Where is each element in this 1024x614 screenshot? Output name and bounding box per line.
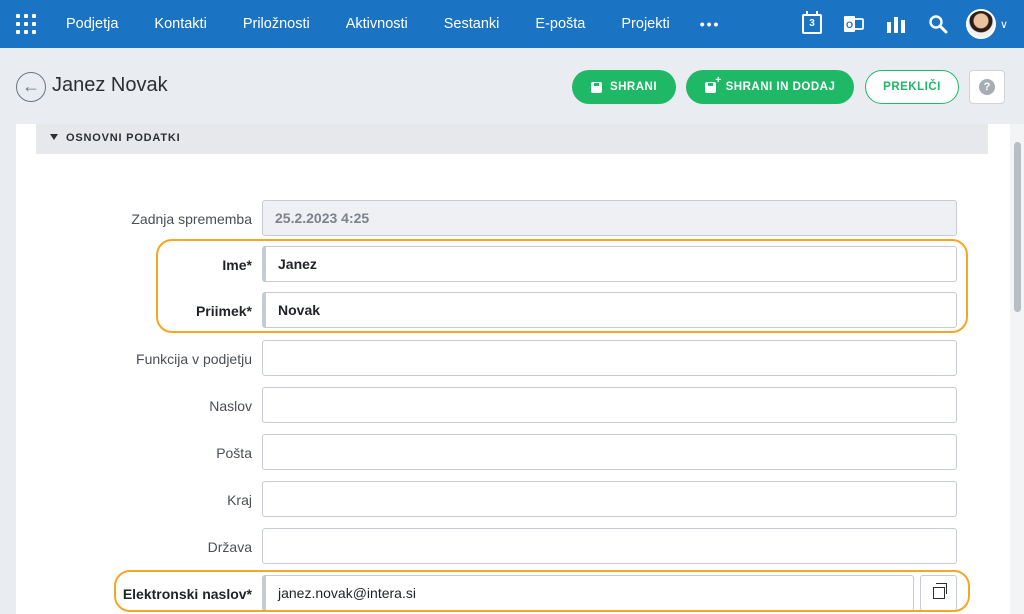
cancel-button[interactable]: PREKLIČI	[865, 70, 959, 104]
highlight-email-field	[114, 570, 970, 612]
save-button[interactable]: SHRANI	[572, 70, 676, 104]
nav-item-projekti[interactable]: Projekti	[603, 0, 687, 48]
main-nav: Podjetja Kontakti Priložnosti Aktivnosti…	[48, 0, 732, 48]
save-and-add-button[interactable]: + SHRANI IN DODAJ	[686, 70, 854, 104]
reports-button[interactable]	[878, 0, 914, 48]
user-menu[interactable]: ∨	[962, 0, 1012, 48]
search-button[interactable]	[920, 0, 956, 48]
record-header: ← Janez Novak SHRANI + SHRANI IN DODAJ P…	[0, 48, 1024, 124]
nav-item-eposta[interactable]: E-pošta	[517, 0, 603, 48]
outlook-icon: O	[844, 16, 864, 32]
chevron-down-icon: ∨	[999, 18, 1009, 31]
reports-icon	[887, 17, 905, 33]
city-input[interactable]	[262, 481, 957, 517]
highlight-name-fields	[156, 239, 968, 333]
apps-grid-icon[interactable]	[16, 14, 36, 34]
calendar-icon: 3	[802, 11, 822, 34]
post-label: Pošta	[216, 445, 252, 461]
section-header[interactable]: OSNOVNI PODATKI	[36, 124, 988, 154]
search-icon	[929, 15, 948, 34]
save-and-add-label: SHRANI IN DODAJ	[725, 81, 836, 93]
last-change-field: 25.2.2023 4:25	[262, 200, 957, 236]
nav-item-sestanki[interactable]: Sestanki	[426, 0, 518, 48]
save-button-label: SHRANI	[609, 81, 658, 93]
row-post: Pošta	[16, 434, 1010, 472]
help-icon: ?	[979, 79, 995, 95]
nav-item-kontakti[interactable]: Kontakti	[136, 0, 224, 48]
form-card: OSNOVNI PODATKI Zadnja sprememba 25.2.20…	[16, 124, 1010, 614]
section-title: OSNOVNI PODATKI	[66, 132, 181, 144]
top-navigation-bar: Podjetja Kontakti Priložnosti Aktivnosti…	[0, 0, 1024, 48]
scrollbar[interactable]	[1010, 124, 1024, 614]
address-input[interactable]	[262, 387, 957, 423]
floppy-disk-plus-icon: +	[704, 75, 721, 93]
row-city: Kraj	[16, 481, 1010, 519]
row-address: Naslov	[16, 387, 1010, 425]
post-input[interactable]	[262, 434, 957, 470]
avatar	[965, 9, 996, 39]
svg-text:O: O	[846, 20, 853, 30]
scrollbar-thumb[interactable]	[1014, 142, 1021, 312]
row-country: Država	[16, 528, 1010, 566]
city-label: Kraj	[227, 492, 252, 508]
last-change-label: Zadnja sprememba	[131, 211, 252, 227]
nav-item-priloznosti[interactable]: Priložnosti	[225, 0, 328, 48]
outlook-button[interactable]: O	[836, 0, 872, 48]
page-title: Janez Novak	[52, 74, 168, 96]
calendar-button[interactable]: 3	[794, 0, 830, 48]
row-job: Funkcija v podjetju	[16, 340, 1010, 378]
nav-item-aktivnosti[interactable]: Aktivnosti	[328, 0, 426, 48]
country-label: Država	[207, 539, 252, 555]
nav-more-button[interactable]: •••	[688, 0, 733, 48]
triangle-down-icon	[50, 134, 58, 140]
row-last-change: Zadnja sprememba 25.2.2023 4:25	[16, 200, 1010, 238]
floppy-disk-icon	[590, 81, 602, 93]
topbar-right-icons: 3 O ∨	[788, 0, 1012, 48]
job-label: Funkcija v podjetju	[136, 351, 252, 367]
address-label: Naslov	[209, 398, 252, 414]
help-button[interactable]: ?	[969, 70, 1005, 104]
job-input[interactable]	[262, 340, 957, 376]
nav-item-podjetja[interactable]: Podjetja	[48, 0, 136, 48]
country-input[interactable]	[262, 528, 957, 564]
back-button[interactable]: ←	[16, 72, 46, 102]
arrow-left-icon: ←	[22, 76, 40, 96]
